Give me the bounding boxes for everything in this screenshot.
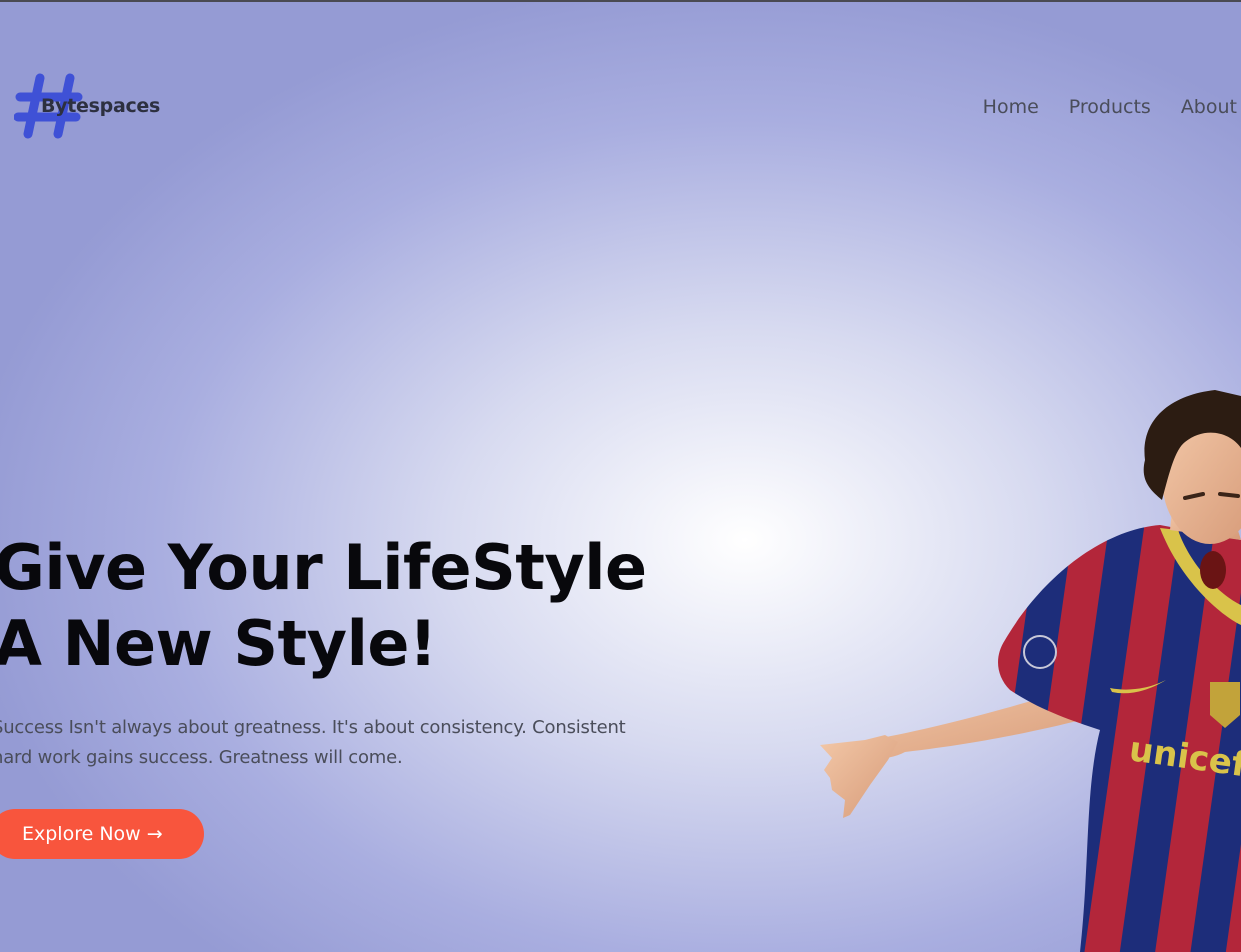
- hero-description-line-2: hard work gains success. Greatness will …: [0, 747, 403, 768]
- hero-title-line-2: A New Style!: [0, 607, 437, 680]
- hero-player-image: unicef: [820, 390, 1241, 952]
- brand-logo[interactable]: Bytespaces: [14, 70, 174, 142]
- explore-now-label: Explore Now: [22, 823, 141, 845]
- brand-name: Bytespaces: [41, 95, 161, 117]
- hero-title-line-1: Give Your LifeStyle: [0, 531, 647, 604]
- main-nav: Home Products About: [983, 96, 1237, 118]
- nav-about-link[interactable]: About: [1181, 96, 1237, 118]
- nav-products-link[interactable]: Products: [1069, 96, 1151, 118]
- explore-now-button[interactable]: Explore Now →: [0, 809, 204, 859]
- hero-title: Give Your LifeStyle A New Style!: [0, 530, 647, 682]
- nav-home-link[interactable]: Home: [983, 96, 1039, 118]
- hero-description: Success Isn't always about greatness. It…: [0, 713, 712, 773]
- hero-description-line-1: Success Isn't always about greatness. It…: [0, 717, 626, 738]
- top-border: [0, 0, 1241, 2]
- arrow-right-icon: →: [146, 823, 163, 845]
